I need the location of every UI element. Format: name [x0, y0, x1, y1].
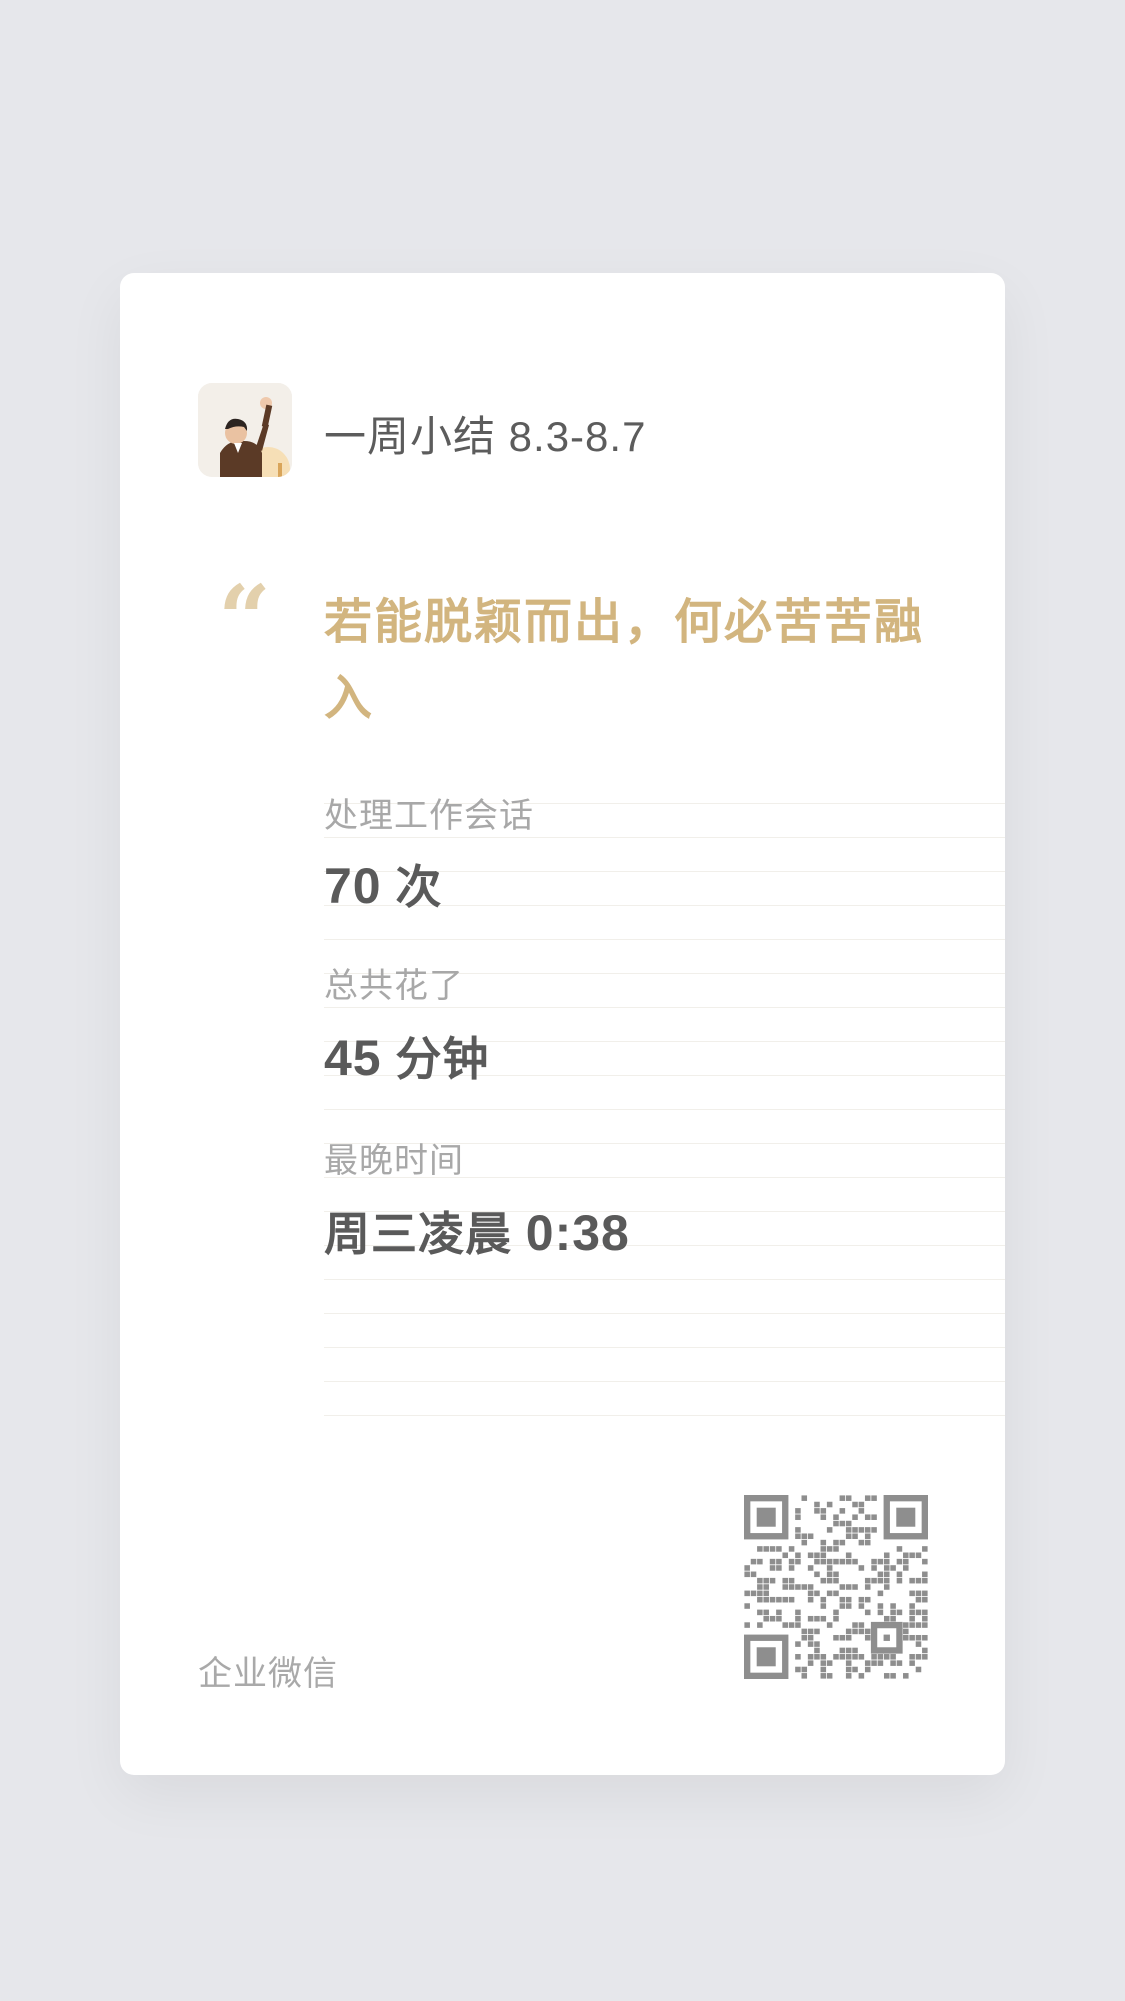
- qr-code-icon[interactable]: [744, 1495, 928, 1679]
- latest-time-value: 0:38: [525, 1205, 630, 1261]
- avatar-photo-icon: [198, 383, 292, 477]
- quote-mark-icon: “: [218, 565, 271, 673]
- time-spent-value: 45: [324, 1030, 382, 1086]
- time-spent-unit: 分钟: [395, 1033, 490, 1085]
- brand-label: 企业微信: [198, 1655, 338, 1693]
- latest-time-day: 周三凌晨: [324, 1208, 512, 1260]
- stat-value-time-spent: 45 分钟: [324, 1023, 489, 1089]
- stat-label-latest-time: 最晚时间: [324, 1142, 464, 1180]
- weekly-summary-card: 一周小结 8.3-8.7 “ 若能脱颖而出，何必苦苦融入 处理工作会话 70 次…: [120, 273, 1005, 1775]
- stat-label-time-spent: 总共花了: [324, 967, 464, 1005]
- stat-value-sessions: 70 次: [324, 851, 442, 917]
- stat-label-sessions: 处理工作会话: [324, 797, 534, 835]
- user-avatar[interactable]: [198, 383, 292, 477]
- summary-title: 一周小结 8.3-8.7: [324, 413, 647, 460]
- motto-quote: 若能脱颖而出，何必苦苦融入: [324, 596, 925, 725]
- stat-value-latest-time: 周三凌晨 0:38: [324, 1198, 630, 1264]
- sessions-unit: 次: [395, 861, 443, 913]
- sessions-count: 70: [324, 858, 382, 914]
